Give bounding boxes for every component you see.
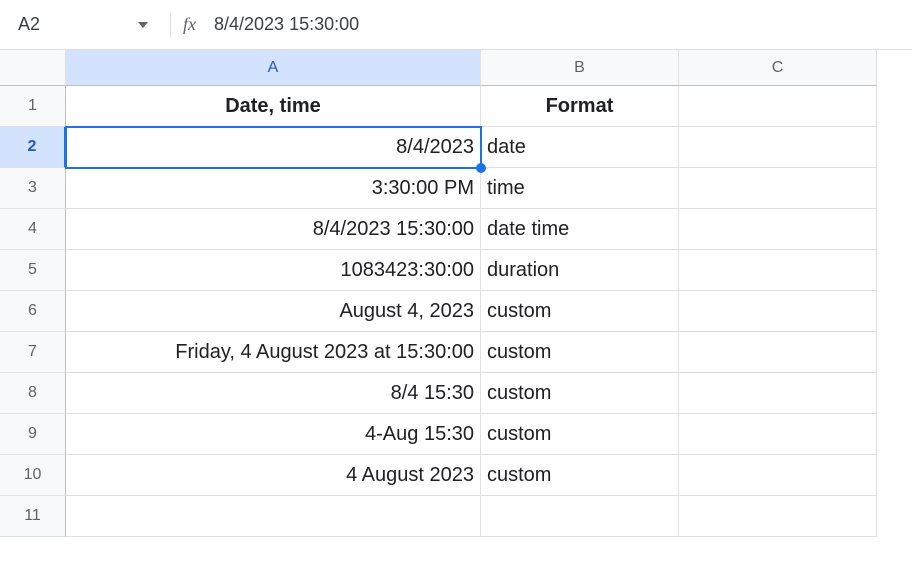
row-header-6[interactable]: 6 (0, 291, 66, 332)
cell-c3[interactable] (679, 168, 877, 209)
cell-c10[interactable] (679, 455, 877, 496)
formula-bar: A2 fx (0, 0, 912, 50)
cell-c1[interactable] (679, 86, 877, 127)
cell-a1[interactable]: Date, time (66, 86, 481, 127)
cell-b11[interactable] (481, 496, 679, 537)
cell-b4[interactable]: date time (481, 209, 679, 250)
cell-b1[interactable]: Format (481, 86, 679, 127)
cell-c11[interactable] (679, 496, 877, 537)
row-header-4[interactable]: 4 (0, 209, 66, 250)
cell-a11[interactable] (66, 496, 481, 537)
cell-a6[interactable]: August 4, 2023 (66, 291, 481, 332)
cell-b5[interactable]: duration (481, 250, 679, 291)
dropdown-icon (138, 22, 148, 28)
spreadsheet-grid: A B C 1 Date, time Format 2 8/4/2023 dat… (0, 50, 912, 537)
cell-b6[interactable]: custom (481, 291, 679, 332)
cell-c6[interactable] (679, 291, 877, 332)
cell-c8[interactable] (679, 373, 877, 414)
row-header-10[interactable]: 10 (0, 455, 66, 496)
cell-b10[interactable]: custom (481, 455, 679, 496)
cell-a9[interactable]: 4-Aug 15:30 (66, 414, 481, 455)
cell-a2-value: 8/4/2023 (396, 136, 474, 159)
select-all-corner[interactable] (0, 50, 66, 86)
row-header-9[interactable]: 9 (0, 414, 66, 455)
row-header-3[interactable]: 3 (0, 168, 66, 209)
cell-c5[interactable] (679, 250, 877, 291)
cell-c4[interactable] (679, 209, 877, 250)
row-header-1[interactable]: 1 (0, 86, 66, 127)
col-header-c[interactable]: C (679, 50, 877, 86)
selection-handle[interactable] (476, 163, 486, 173)
row-header-7[interactable]: 7 (0, 332, 66, 373)
cell-a2[interactable]: 8/4/2023 (65, 126, 482, 169)
cell-b2[interactable]: date (481, 127, 679, 168)
cell-a10[interactable]: 4 August 2023 (66, 455, 481, 496)
cell-a7[interactable]: Friday, 4 August 2023 at 15:30:00 (66, 332, 481, 373)
cell-c9[interactable] (679, 414, 877, 455)
row-header-11[interactable]: 11 (0, 496, 66, 537)
cell-b9[interactable]: custom (481, 414, 679, 455)
col-header-a[interactable]: A (66, 50, 481, 86)
fx-label: fx (183, 14, 196, 35)
cell-b7[interactable]: custom (481, 332, 679, 373)
formula-input[interactable] (214, 14, 904, 35)
row-header-5[interactable]: 5 (0, 250, 66, 291)
divider (170, 13, 171, 37)
cell-c2[interactable] (679, 127, 877, 168)
cell-a8[interactable]: 8/4 15:30 (66, 373, 481, 414)
cell-a4[interactable]: 8/4/2023 15:30:00 (66, 209, 481, 250)
cell-a3[interactable]: 3:30:00 PM (66, 168, 481, 209)
name-box[interactable]: A2 (8, 10, 158, 39)
row-header-8[interactable]: 8 (0, 373, 66, 414)
col-header-b[interactable]: B (481, 50, 679, 86)
name-box-text: A2 (18, 14, 130, 35)
cell-a5[interactable]: 1083423:30:00 (66, 250, 481, 291)
cell-b8[interactable]: custom (481, 373, 679, 414)
cell-c7[interactable] (679, 332, 877, 373)
cell-b3[interactable]: time (481, 168, 679, 209)
row-header-2[interactable]: 2 (0, 127, 66, 168)
